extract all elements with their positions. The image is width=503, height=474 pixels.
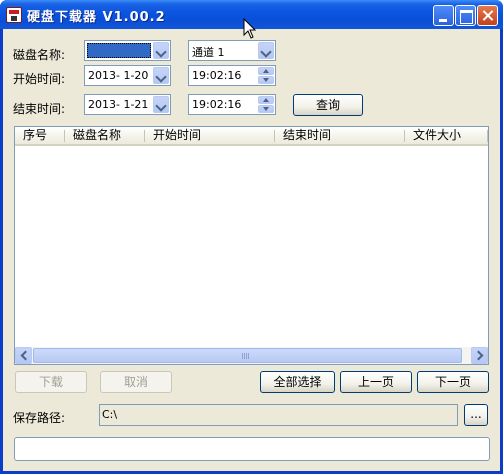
disk-name-selection — [87, 43, 151, 58]
horizontal-scrollbar[interactable] — [15, 347, 488, 364]
column-header-index[interactable]: 序号 — [15, 127, 65, 144]
scrollbar-thumb[interactable] — [33, 348, 462, 363]
start-time-label: 开始时间: — [13, 72, 66, 86]
chevron-down-icon[interactable] — [258, 42, 274, 59]
scroll-left-icon[interactable] — [15, 347, 32, 364]
end-date-picker[interactable]: 2013- 1-21 — [84, 94, 171, 115]
spin-up-icon[interactable] — [258, 67, 274, 75]
chevron-down-icon[interactable] — [153, 96, 169, 113]
end-date-value: 2013- 1-21 — [88, 98, 149, 111]
column-header-file-size[interactable]: 文件大小 — [405, 127, 488, 144]
spin-down-icon[interactable] — [258, 76, 274, 84]
end-time-field[interactable]: 19:02:16 — [188, 94, 276, 115]
start-time-field[interactable]: 19:02:16 — [188, 65, 276, 86]
channel-combo[interactable]: 通道 1 — [188, 40, 276, 61]
download-button[interactable]: 下载 — [15, 371, 87, 393]
save-path-label: 保存路径: — [13, 411, 66, 425]
select-all-button[interactable]: 全部选择 — [260, 371, 335, 393]
disk-name-combo[interactable] — [84, 40, 171, 61]
query-button[interactable]: 查询 — [293, 94, 363, 116]
prev-page-button[interactable]: 上一页 — [340, 371, 412, 393]
app-window: 硬盘下载器 V1.00.2 磁盘名称: 通道 1 开始时间: 2013- 1-2… — [0, 0, 503, 474]
disk-name-label: 磁盘名称: — [13, 48, 66, 62]
close-button[interactable] — [477, 5, 498, 26]
client-area: 磁盘名称: 通道 1 开始时间: 2013- 1-20 19:02:16 结束时… — [3, 29, 500, 471]
spin-up-icon[interactable] — [258, 96, 274, 104]
save-path-value: C:\ — [102, 408, 118, 421]
end-time-spinner[interactable] — [258, 96, 274, 113]
progress-bar — [14, 437, 490, 461]
record-list[interactable]: 序号 磁盘名称 开始时间 结束时间 文件大小 — [14, 126, 489, 365]
next-page-button[interactable]: 下一页 — [417, 371, 489, 393]
grip-icon — [242, 353, 250, 359]
start-date-value: 2013- 1-20 — [88, 69, 149, 82]
start-time-value: 19:02:16 — [192, 69, 242, 82]
spin-down-icon[interactable] — [258, 105, 274, 113]
channel-value: 通道 1 — [192, 46, 225, 59]
column-header-end-time[interactable]: 结束时间 — [275, 127, 405, 144]
browse-button[interactable]: ... — [464, 404, 488, 426]
maximize-button[interactable] — [455, 5, 476, 26]
save-path-field[interactable]: C:\ — [99, 404, 458, 426]
end-time-label: 结束时间: — [13, 102, 66, 116]
start-time-spinner[interactable] — [258, 67, 274, 84]
cancel-button[interactable]: 取消 — [100, 371, 172, 393]
scroll-right-icon[interactable] — [471, 347, 488, 364]
column-header-disk-name[interactable]: 磁盘名称 — [65, 127, 145, 144]
start-date-picker[interactable]: 2013- 1-20 — [84, 65, 171, 86]
mouse-cursor-icon — [243, 18, 257, 39]
end-time-value: 19:02:16 — [192, 98, 242, 111]
app-icon[interactable] — [6, 7, 22, 23]
window-title: 硬盘下载器 V1.00.2 — [27, 10, 166, 25]
chevron-down-icon[interactable] — [153, 67, 169, 84]
chevron-down-icon[interactable] — [153, 42, 169, 59]
minimize-button[interactable] — [433, 5, 454, 26]
column-header-start-time[interactable]: 开始时间 — [145, 127, 275, 144]
list-header: 序号 磁盘名称 开始时间 结束时间 文件大小 — [15, 127, 488, 146]
